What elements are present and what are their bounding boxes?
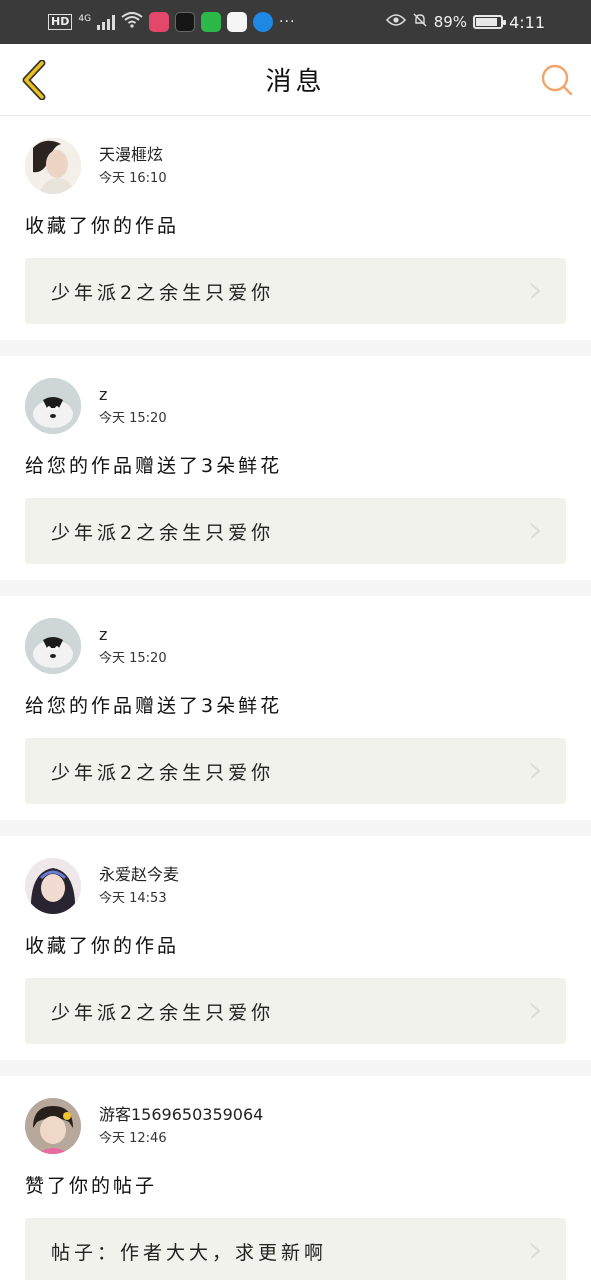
chevron-right-icon bbox=[530, 1243, 541, 1259]
work-link[interactable]: 少年派2之余生只爱你 bbox=[25, 738, 566, 804]
avatar-girl-icon[interactable] bbox=[25, 858, 81, 914]
username[interactable]: 游客1569650359064 bbox=[99, 1105, 263, 1125]
post-title: 帖子：作者大大，求更新啊 bbox=[51, 1241, 328, 1264]
message-list: 天漫榧炫 今天 16:10 收藏了你的作品 少年派2之余生只爱你 z 今天 15… bbox=[0, 116, 591, 1280]
iqiyi-icon bbox=[201, 12, 222, 32]
clock: 4:11 bbox=[509, 12, 545, 32]
chevron-right-icon bbox=[530, 763, 541, 779]
work-title: 少年派2之余生只爱你 bbox=[51, 521, 275, 544]
work-title: 少年派2之余生只爱你 bbox=[51, 761, 275, 784]
back-button[interactable] bbox=[14, 58, 54, 102]
top-bar: 消息 bbox=[0, 44, 591, 116]
more-notifications: ··· bbox=[279, 14, 296, 30]
timestamp: 今天 12:46 bbox=[99, 1131, 167, 1146]
search-icon bbox=[541, 64, 573, 95]
page-title: 消息 bbox=[265, 67, 326, 97]
signal-icon bbox=[97, 14, 116, 30]
avatar-child-icon[interactable] bbox=[25, 1098, 81, 1154]
message-card: z 今天 15:20 给您的作品赠送了3朵鲜花 少年派2之余生只爱你 bbox=[0, 596, 591, 836]
chevron-left-icon bbox=[22, 59, 46, 100]
work-title: 少年派2之余生只爱你 bbox=[51, 281, 275, 304]
username[interactable]: z bbox=[99, 625, 167, 645]
timestamp: 今天 16:10 bbox=[99, 171, 167, 186]
eye-icon bbox=[385, 13, 406, 31]
mute-bell-icon bbox=[412, 12, 428, 32]
battery-icon bbox=[473, 15, 507, 29]
network-type: 4G bbox=[78, 14, 92, 24]
work-title: 少年派2之余生只爱你 bbox=[51, 1001, 275, 1024]
work-link[interactable]: 少年派2之余生只爱你 bbox=[25, 978, 566, 1044]
post-link[interactable]: 帖子：作者大大，求更新啊 bbox=[25, 1218, 566, 1280]
message-card: z 今天 15:20 给您的作品赠送了3朵鲜花 少年派2之余生只爱你 bbox=[0, 356, 591, 596]
hd-indicator: HD bbox=[48, 14, 73, 30]
work-link[interactable]: 少年派2之余生只爱你 bbox=[25, 498, 566, 564]
timestamp: 今天 15:20 bbox=[99, 411, 167, 426]
status-bar: HD 4G ··· 89% 4:11 bbox=[0, 0, 591, 44]
message-card: 天漫榧炫 今天 16:10 收藏了你的作品 少年派2之余生只爱你 bbox=[0, 116, 591, 356]
avatar-woman-icon[interactable] bbox=[25, 138, 81, 194]
username[interactable]: z bbox=[99, 385, 167, 405]
message-text: 收藏了你的作品 bbox=[25, 215, 180, 237]
timestamp: 今天 15:20 bbox=[99, 651, 167, 666]
search-button[interactable] bbox=[537, 58, 577, 102]
kugou-icon bbox=[253, 12, 274, 32]
battery-percent: 89% bbox=[433, 13, 468, 31]
username[interactable]: 永爱赵今麦 bbox=[99, 865, 179, 885]
message-text: 收藏了你的作品 bbox=[25, 935, 180, 957]
username[interactable]: 天漫榧炫 bbox=[99, 145, 167, 165]
app-notification-icon bbox=[149, 12, 170, 32]
avatar-dog-icon[interactable] bbox=[25, 378, 81, 434]
message-card: 游客1569650359064 今天 12:46 赞了你的帖子 帖子：作者大大，… bbox=[0, 1076, 591, 1280]
chevron-right-icon bbox=[530, 1003, 541, 1019]
message-text: 给您的作品赠送了3朵鲜花 bbox=[25, 695, 283, 717]
message-text: 给您的作品赠送了3朵鲜花 bbox=[25, 455, 283, 477]
chevron-right-icon bbox=[530, 283, 541, 299]
timestamp: 今天 14:53 bbox=[99, 891, 167, 906]
message-text: 赞了你的帖子 bbox=[25, 1175, 158, 1197]
wifi-icon bbox=[121, 12, 143, 32]
avatar-dog-icon[interactable] bbox=[25, 618, 81, 674]
tiktok-icon bbox=[175, 12, 196, 32]
message-card: 永爱赵今麦 今天 14:53 收藏了你的作品 少年派2之余生只爱你 bbox=[0, 836, 591, 1076]
chevron-right-icon bbox=[530, 523, 541, 539]
work-link[interactable]: 少年派2之余生只爱你 bbox=[25, 258, 566, 324]
paw-app-icon bbox=[227, 12, 248, 32]
